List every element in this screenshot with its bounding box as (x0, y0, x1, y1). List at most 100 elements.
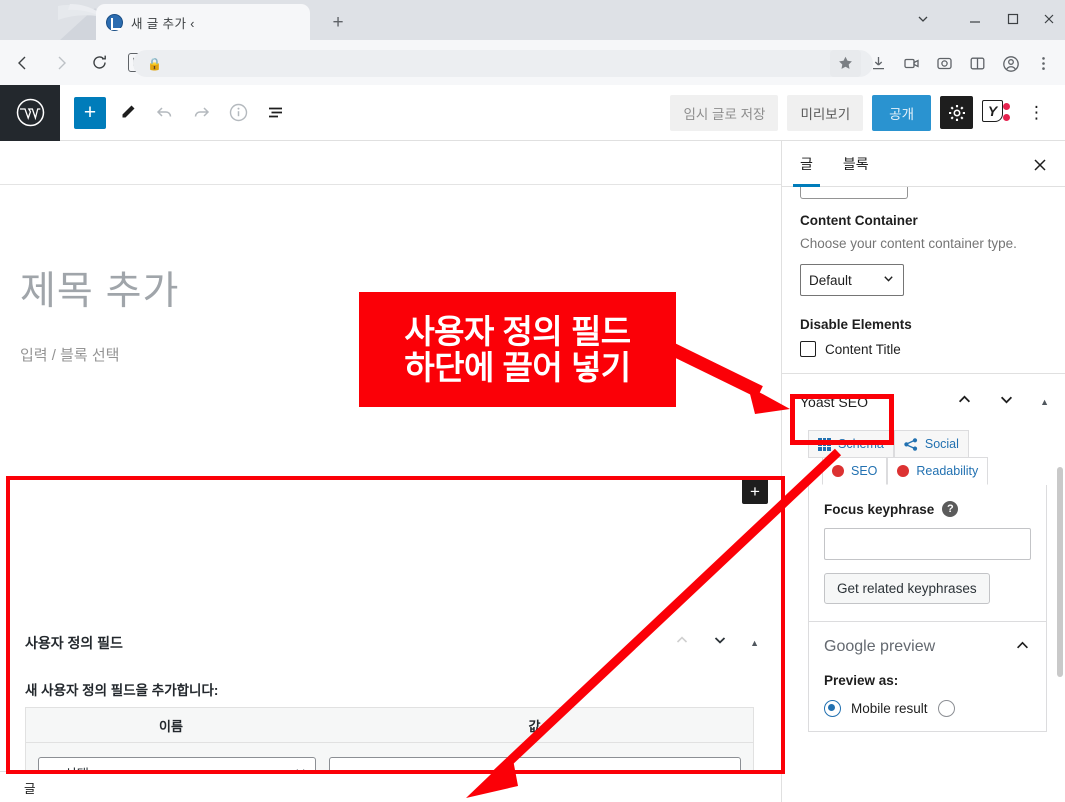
chevron-down-icon[interactable] (712, 632, 728, 653)
clipped-control-above (800, 187, 908, 199)
new-tab-button[interactable]: + (325, 9, 351, 35)
content-title-checkbox-label: Content Title (825, 341, 901, 357)
radio-mobile-result[interactable] (824, 700, 841, 717)
google-preview-header[interactable]: Google preview (824, 637, 1031, 657)
publish-button[interactable]: 공개 (872, 94, 931, 131)
seo-score-dot-icon (832, 465, 844, 477)
screen-capture-icon[interactable] (929, 50, 960, 77)
yoast-tab-social[interactable]: Social (893, 430, 969, 458)
help-question-icon[interactable]: ? (942, 501, 959, 517)
yoast-tab-seo[interactable]: SEO (822, 457, 888, 485)
browser-tab-active[interactable]: 새 글 추가 ‹ (96, 4, 310, 40)
redo-icon (185, 97, 217, 129)
custom-fields-header-controls: ▲ (674, 632, 759, 653)
sidebar-scrollbar[interactable] (1057, 467, 1063, 677)
tab-block[interactable]: 블록 (843, 141, 869, 187)
content-container-heading: Content Container (800, 213, 918, 228)
sidebar-close-icon[interactable] (1029, 154, 1051, 176)
disable-elements-heading: Disable Elements (800, 317, 912, 332)
more-options-kebab-icon[interactable]: ⋮ (1021, 104, 1052, 121)
yoast-seo-panel-header[interactable]: Yoast SEO ▲ (782, 374, 1065, 430)
add-block-label: + (83, 101, 97, 124)
editor-breadcrumb-bar: 글 (0, 771, 781, 802)
content-container-section: Content Container Choose your content co… (782, 213, 1065, 296)
content-title-checkbox[interactable] (800, 341, 816, 357)
column-header-value: 값 (528, 718, 541, 734)
get-related-keyphrases-button[interactable]: Get related keyphrases (824, 573, 990, 604)
custom-field-value-textarea[interactable] (329, 757, 741, 771)
forward-arrow-icon (46, 48, 76, 78)
wp-editor-toolbar: + 임시 글로 저장 미리보기 공개 Y ⋮ (0, 84, 1065, 141)
yoast-seo-panel-title: Yoast SEO (800, 394, 868, 410)
breadcrumb-item-post[interactable]: 글 (24, 778, 36, 797)
browser-tab-strip: 새 글 추가 ‹ + (0, 0, 1065, 40)
content-container-select[interactable]: Default (800, 264, 904, 296)
yoast-tab-seo-label: SEO (851, 464, 878, 478)
tab-post[interactable]: 글 (793, 141, 820, 187)
tab-block-label: 블록 (842, 155, 869, 172)
back-arrow-icon[interactable] (8, 48, 38, 78)
chevron-up-icon[interactable] (674, 632, 690, 653)
address-bar[interactable]: 🔒 (133, 50, 873, 77)
video-capture-icon[interactable] (896, 50, 927, 77)
chevron-up-icon[interactable] (1014, 637, 1031, 657)
window-close-icon[interactable] (1031, 4, 1065, 34)
pencil-edit-icon[interactable] (111, 97, 143, 129)
browser-toolbar-actions (830, 50, 1059, 77)
window-minimize-icon[interactable] (957, 4, 993, 34)
focus-keyphrase-label: Focus keyphrase (824, 501, 935, 517)
custom-field-name-select[interactable]: — 선택 — (38, 757, 316, 771)
info-circle-icon[interactable] (222, 97, 254, 129)
preview-button[interactable]: 미리보기 (787, 94, 864, 131)
preview-as-options: Mobile result (824, 700, 1031, 717)
post-body-placeholder[interactable]: 입력 / 블록 선택 (20, 344, 119, 365)
yoast-dot-bottom (1003, 113, 1010, 121)
yoast-tab-strip: Schema Social SEO Readability (808, 430, 1047, 485)
yoast-seo-icon[interactable]: Y (982, 99, 1012, 126)
chevron-up-icon[interactable] (956, 391, 973, 413)
custom-fields-row: — 선택 — 새로 입력 사용자 정의 필드 추가 (26, 743, 753, 771)
save-draft-button[interactable]: 임시 글로 저장 (670, 94, 779, 131)
google-preview-card: Google preview Preview as: Mobile result (808, 622, 1047, 732)
download-icon[interactable] (863, 50, 894, 77)
tab-search-chevron-icon[interactable] (905, 4, 941, 34)
focus-keyphrase-label-row: Focus keyphrase ? (824, 501, 1031, 517)
sidebar-tabs: 글 블록 (782, 141, 1065, 187)
editor-sidebar: 글 블록 Content Container Choose your conte… (781, 141, 1065, 802)
browser-menu-kebab-icon[interactable] (1028, 50, 1059, 77)
extension-star-icon[interactable] (830, 50, 861, 77)
reload-icon[interactable] (84, 48, 114, 78)
gear-icon[interactable] (940, 96, 973, 129)
yoast-tab-schema[interactable]: Schema (808, 430, 894, 458)
wordpress-logo-icon[interactable] (0, 84, 60, 141)
yoast-tabs-back-row: Schema Social (808, 430, 1047, 458)
block-inserter-button[interactable]: + (742, 478, 768, 504)
radio-desktop-result[interactable] (937, 700, 955, 717)
content-title-checkbox-row[interactable]: Content Title (800, 341, 1047, 357)
triangle-up-icon[interactable]: ▲ (750, 638, 759, 648)
chevron-down-icon[interactable] (998, 391, 1015, 413)
profile-avatar-icon[interactable] (995, 50, 1026, 77)
focus-keyphrase-input[interactable] (824, 528, 1031, 560)
content-container-description: Choose your content container type. (800, 236, 1017, 251)
window-maximize-icon[interactable] (995, 4, 1031, 34)
browser-tab-title: 새 글 추가 ‹ (131, 16, 195, 31)
google-preview-heading: Google preview (824, 638, 936, 655)
yoast-panel-controls: ▲ (956, 391, 1049, 413)
custom-fields-title: 사용자 정의 필드 (25, 635, 123, 651)
post-title-input[interactable]: 제목 추가 (20, 260, 179, 316)
browser-toolbar: 🔒 (0, 40, 1065, 85)
add-block-button[interactable]: + (74, 96, 106, 129)
yoast-tabs-front-row: SEO Readability (822, 457, 1047, 485)
triangle-up-icon[interactable]: ▲ (1040, 397, 1049, 407)
preview-as-label: Preview as: (824, 673, 899, 688)
yoast-tab-readability[interactable]: Readability (887, 457, 989, 485)
list-view-icon[interactable] (259, 97, 291, 129)
editor-canvas: 제목 추가 입력 / 블록 선택 + 사용자 정의 필드 ▲ 새 사용자 정의 … (0, 141, 781, 771)
canvas-divider (0, 184, 781, 185)
screenshot-root: 새 글 추가 ‹ + 🔒 + 임시 글로 저장 미리보기 공개 Y ⋮ 제목 추… (0, 0, 1065, 802)
yoast-tab-social-label: Social (924, 437, 959, 451)
disable-elements-section: Disable Elements Content Title (782, 317, 1065, 357)
custom-fields-metabox: 사용자 정의 필드 ▲ 새 사용자 정의 필드을 추가합니다: 이름 값 (8, 619, 771, 771)
split-screen-icon[interactable] (962, 50, 993, 77)
